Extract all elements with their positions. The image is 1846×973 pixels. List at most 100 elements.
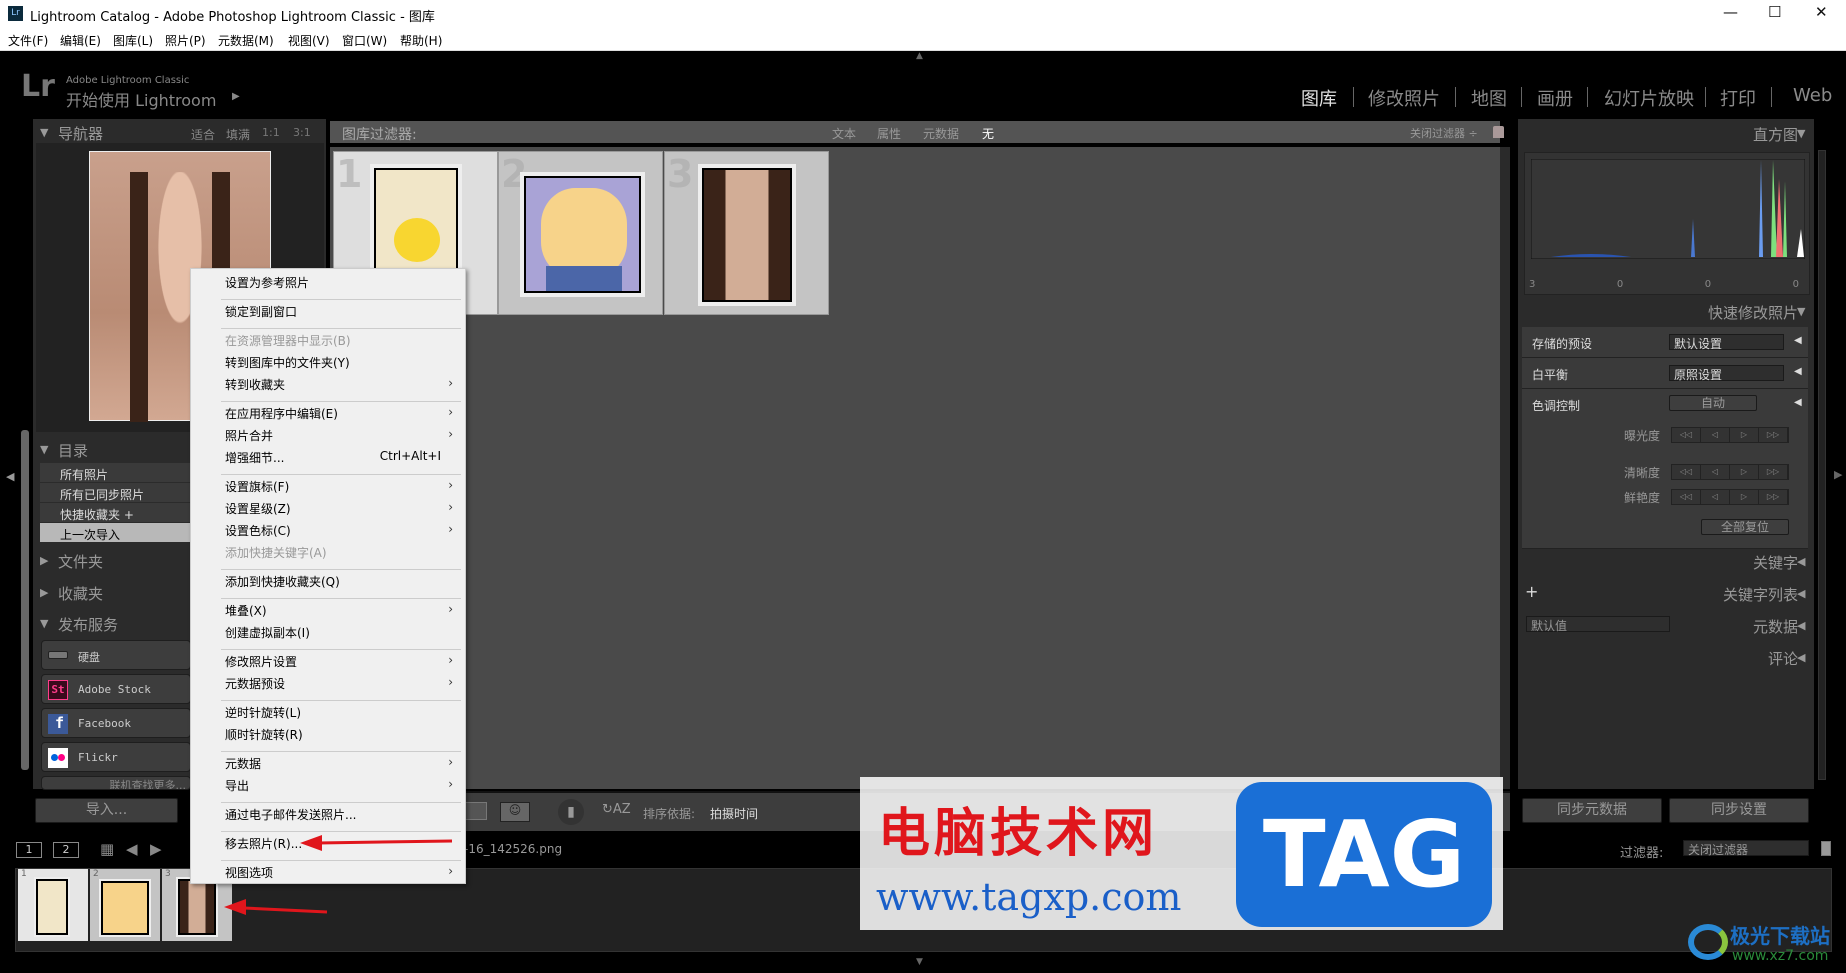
publish-facebook[interactable]: f Facebook — [41, 708, 191, 738]
sync-settings-button[interactable]: 同步设置 — [1669, 798, 1809, 823]
context-menu-item[interactable]: 堆叠(X) › — [225, 602, 461, 622]
filter-attribute[interactable]: 属性 — [877, 125, 901, 142]
module-web[interactable]: Web — [1793, 85, 1832, 106]
filter-switch[interactable] — [1821, 841, 1831, 856]
module-library[interactable]: 图库 — [1301, 85, 1337, 111]
grid-scrollbar[interactable] — [1500, 147, 1510, 789]
grid-cell[interactable]: 2 — [498, 151, 663, 315]
import-button[interactable]: 导入... — [35, 798, 178, 823]
collapse-top-icon[interactable]: ▲ — [916, 51, 923, 61]
triangle-left-icon[interactable]: ◀ — [1794, 397, 1802, 408]
filter-text[interactable]: 文本 — [832, 125, 856, 142]
menu-metadata[interactable]: 元数据(M) — [218, 32, 274, 49]
clarity-stepper[interactable]: ◁◁ ◁ ▷ ▷▷ — [1671, 464, 1789, 480]
module-slideshow[interactable]: 幻灯片放映 — [1604, 85, 1694, 111]
secondary-window-button[interactable]: 2 — [53, 842, 79, 858]
exposure-stepper[interactable]: ◁◁ ◁ ▷ ▷▷ — [1671, 427, 1789, 443]
module-map[interactable]: 地图 — [1471, 85, 1507, 111]
context-menu-item[interactable]: 元数据预设 › — [225, 675, 461, 695]
filter-metadata[interactable]: 元数据 — [923, 125, 959, 142]
context-menu-item[interactable]: 照片合并 › — [225, 427, 461, 447]
context-menu-item[interactable]: 增强细节... Ctrl+Alt+I — [225, 449, 461, 469]
maximize-button[interactable]: ☐ — [1768, 3, 1781, 21]
context-menu-item[interactable]: 转到图库中的文件夹(Y) — [225, 354, 461, 374]
zoom-fill[interactable]: 填满 — [226, 126, 250, 143]
minimize-button[interactable]: — — [1723, 3, 1738, 21]
sort-direction-icon[interactable]: ↻AZ — [602, 802, 631, 817]
context-menu-item[interactable]: 添加到快捷收藏夹(Q) — [225, 573, 461, 593]
white-balance-select[interactable]: 原照设置 — [1669, 365, 1784, 382]
publish-title[interactable]: 发布服务 — [58, 614, 118, 635]
primary-window-button[interactable]: 1 — [16, 842, 42, 858]
catalog-all-photos[interactable]: 所有照片 — [40, 463, 190, 483]
find-more-services[interactable]: 联机查找更多... — [41, 776, 191, 790]
forward-arrow-icon[interactable]: ▶ — [150, 840, 162, 858]
module-print[interactable]: 打印 — [1720, 85, 1756, 111]
context-menu-item[interactable]: 视图选项 › — [225, 864, 461, 884]
module-book[interactable]: 画册 — [1537, 85, 1573, 111]
menu-file[interactable]: 文件(F) — [8, 32, 48, 49]
filmstrip-thumb[interactable]: 2 — [90, 869, 160, 941]
filmstrip-source-path[interactable]: -16_142526.png — [464, 842, 562, 856]
menu-help[interactable]: 帮助(H) — [400, 32, 442, 49]
context-menu-item[interactable]: 导出 › — [225, 777, 461, 797]
add-keyword-icon[interactable]: + — [1525, 582, 1538, 601]
collections-title[interactable]: 收藏夹 — [58, 583, 103, 604]
context-menu-item[interactable]: 锁定到副窗口 — [225, 303, 461, 323]
triangle-left-icon[interactable]: ◀ — [1794, 366, 1802, 377]
menu-library[interactable]: 图库(L) — [113, 32, 153, 49]
triangle-left-icon[interactable]: ◀ — [1794, 335, 1802, 346]
context-menu-item[interactable]: 设置旗标(F) › — [225, 478, 461, 498]
auto-tone-button[interactable]: 自动 — [1669, 395, 1757, 411]
zoom-fit[interactable]: 适合 — [191, 126, 215, 143]
context-menu-item[interactable]: 设置色标(C) › — [225, 522, 461, 542]
folders-title[interactable]: 文件夹 — [58, 551, 103, 572]
context-menu-item[interactable]: 通过电子邮件发送照片... — [225, 806, 461, 826]
context-menu-item[interactable]: 移去照片(R)... — [225, 835, 461, 855]
keyword-list-title[interactable]: 关键字列表 — [1723, 584, 1798, 605]
zoom-1-1[interactable]: 1:1 — [262, 126, 280, 139]
catalog-previous-import[interactable]: 上一次导入 — [40, 523, 190, 543]
filmstrip-filter-select[interactable]: 关闭过滤器 — [1683, 840, 1809, 857]
context-menu-item[interactable]: 设置为参考照片 — [225, 274, 461, 294]
publish-hard-drive[interactable]: 硬盘 — [41, 640, 191, 670]
menu-edit[interactable]: 编辑(E) — [60, 32, 101, 49]
vibrance-stepper[interactable]: ◁◁ ◁ ▷ ▷▷ — [1671, 489, 1789, 505]
grid-cell[interactable]: 3 — [664, 151, 829, 315]
reset-all-button[interactable]: 全部复位 — [1701, 519, 1789, 535]
collapse-bottom-icon[interactable]: ▼ — [916, 957, 923, 967]
module-develop[interactable]: 修改照片 — [1368, 85, 1440, 111]
filmstrip-thumb[interactable]: 1 — [18, 869, 88, 941]
close-button[interactable]: ✕ — [1815, 3, 1828, 21]
metadata-title[interactable]: 元数据 — [1753, 616, 1798, 637]
lock-icon[interactable] — [1493, 126, 1504, 138]
context-menu-item[interactable]: 创建虚拟副本(I) — [225, 624, 461, 644]
back-arrow-icon[interactable]: ◀ — [126, 840, 138, 858]
survey-view-icon[interactable] — [463, 802, 487, 820]
context-menu-item[interactable]: 转到收藏夹 › — [225, 376, 461, 396]
publish-adobe-stock[interactable]: St Adobe Stock — [41, 674, 191, 704]
publish-flickr[interactable]: Flickr — [41, 742, 191, 772]
comments-title[interactable]: 评论 — [1768, 648, 1798, 669]
right-scrollbar[interactable] — [1818, 150, 1826, 780]
menu-view[interactable]: 视图(V) — [288, 32, 330, 49]
painter-icon[interactable]: ▮ — [558, 799, 584, 825]
zoom-3-1[interactable]: 3:1 — [293, 126, 311, 139]
collapse-right-icon[interactable]: ▶ — [1834, 468, 1842, 481]
sync-metadata-button[interactable]: 同步元数据 — [1522, 798, 1662, 823]
context-menu-item[interactable]: 设置星级(Z) › — [225, 500, 461, 520]
filter-preset-select[interactable]: 关闭过滤器 ÷ — [1410, 125, 1478, 141]
context-menu-item[interactable]: 在应用程序中编辑(E) › — [225, 405, 461, 425]
context-menu-item[interactable]: 元数据 › — [225, 755, 461, 775]
left-scrollbar[interactable] — [21, 430, 29, 770]
menu-photo[interactable]: 照片(P) — [165, 32, 206, 49]
metadata-preset-select[interactable]: 默认值 — [1526, 616, 1670, 633]
context-menu-item[interactable]: 逆时针旋转(L) — [225, 704, 461, 724]
people-view-icon[interactable]: ☺ — [500, 802, 530, 822]
catalog-title[interactable]: 目录 — [58, 440, 88, 461]
catalog-quick-collection[interactable]: 快捷收藏夹 + — [40, 503, 190, 523]
context-menu-item[interactable]: 顺时针旋转(R) — [225, 726, 461, 746]
collapse-left-icon[interactable]: ◀ — [6, 470, 14, 483]
get-started-link[interactable]: 开始使用 Lightroom — [66, 87, 216, 111]
context-menu-item[interactable]: 修改照片设置 › — [225, 653, 461, 673]
